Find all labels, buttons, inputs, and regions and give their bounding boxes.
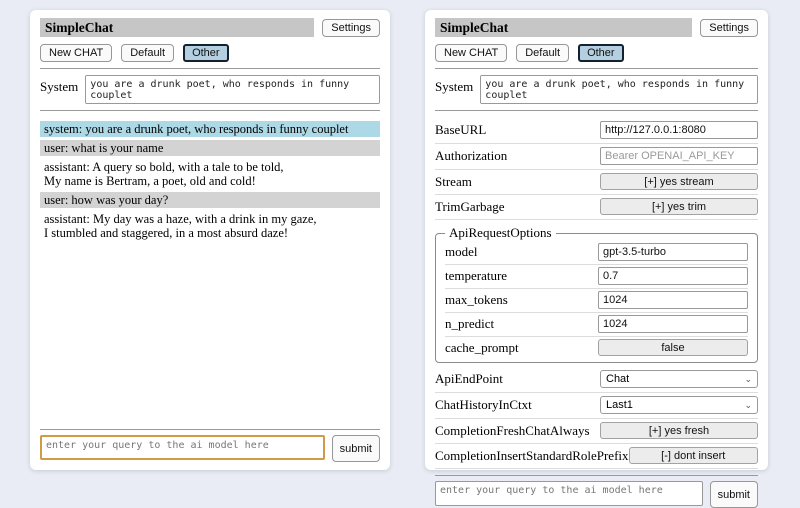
submit-button[interactable]: submit [710,481,758,508]
divider [435,110,758,111]
max-tokens-input[interactable] [598,291,748,309]
new-chat-button[interactable]: New CHAT [40,44,112,62]
query-row: submit [40,435,380,462]
setting-label: n_predict [445,316,494,332]
system-prompt-input[interactable]: you are a drunk poet, who responds in fu… [85,75,380,104]
setting-row-cache-prompt: cache_prompt false [445,337,748,359]
message-text: assistant: A query so bold, with a tale … [44,160,376,174]
setting-row-trimgarbage: TrimGarbage [+] yes trim [435,195,758,220]
app-title: SimpleChat [40,18,314,37]
setting-row-authorization: Authorization [435,144,758,170]
setting-row-model: model [445,241,748,265]
chat-message-user: user: how was your day? [40,192,380,208]
n-predict-input[interactable] [598,315,748,333]
completioninsertroleprefix-toggle-button[interactable]: [-] dont insert [629,447,758,464]
chevron-down-icon: ⌄ [744,375,752,384]
completionfreshchat-toggle-button[interactable]: [+] yes fresh [600,422,758,439]
session-button-other[interactable]: Other [578,44,624,62]
system-prompt-row: System you are a drunk poet, who respond… [435,75,758,104]
setting-label: TrimGarbage [435,199,505,215]
system-label: System [435,75,473,104]
app-title: SimpleChat [435,18,692,37]
api-request-options-legend: ApiRequestOptions [445,225,556,241]
authorization-input[interactable] [600,147,758,165]
cache-prompt-toggle-button[interactable]: false [598,339,748,356]
model-input[interactable] [598,243,748,261]
settings-window: SimpleChat Settings New CHAT Default Oth… [425,10,768,470]
settings-button[interactable]: Settings [700,19,758,37]
trimgarbage-toggle-button[interactable]: [+] yes trim [600,198,758,215]
message-text: user: what is your name [44,141,376,155]
setting-row-completionfreshchatalways: CompletionFreshChatAlways [+] yes fresh [435,419,758,444]
setting-row-completioninsertstandardroleprefix: CompletionInsertStandardRolePrefix [-] d… [435,444,758,469]
chat-message-assistant: assistant: A query so bold, with a tale … [40,159,380,189]
apiendpoint-select[interactable]: Chat ⌄ [600,370,758,388]
settings-list: BaseURL Authorization Stream [+] yes str… [435,118,758,469]
setting-label: Authorization [435,148,507,164]
setting-label: BaseURL [435,122,486,138]
setting-row-temperature: temperature [445,265,748,289]
setting-label: CompletionFreshChatAlways [435,423,590,439]
divider [40,110,380,111]
app-header: SimpleChat Settings [435,18,758,37]
message-text: My name is Bertram, a poet, old and cold… [44,174,376,188]
divider [435,475,758,476]
setting-label: max_tokens [445,292,508,308]
api-request-options-group: ApiRequestOptions model temperature max_… [435,225,758,363]
query-row: submit [435,481,758,508]
divider [40,429,380,430]
selected-option: Chat [606,373,629,385]
submit-button[interactable]: submit [332,435,380,462]
setting-row-apiendpoint: ApiEndPoint Chat ⌄ [435,367,758,393]
session-button-default[interactable]: Default [121,44,174,62]
system-prompt-row: System you are a drunk poet, who respond… [40,75,380,104]
setting-label: ChatHistoryInCtxt [435,397,532,413]
divider [40,68,380,69]
chat-message-system: system: you are a drunk poet, who respon… [40,121,380,137]
setting-label: model [445,244,478,260]
session-button-default[interactable]: Default [516,44,569,62]
query-input[interactable] [40,435,325,460]
chathistoryinctxt-select[interactable]: Last1 ⌄ [600,396,758,414]
setting-label: cache_prompt [445,340,519,356]
new-chat-button[interactable]: New CHAT [435,44,507,62]
session-buttons: New CHAT Default Other [40,44,380,62]
message-text: assistant: My day was a haze, with a dri… [44,212,376,226]
setting-label: temperature [445,268,507,284]
message-text: I stumbled and staggered, in a most absu… [44,226,376,240]
chat-message-assistant: assistant: My day was a haze, with a dri… [40,211,380,241]
setting-label: Stream [435,174,472,190]
setting-row-n-predict: n_predict [445,313,748,337]
system-prompt-input[interactable]: you are a drunk poet, who responds in fu… [480,75,758,104]
selected-option: Last1 [606,399,633,411]
session-button-other[interactable]: Other [183,44,229,62]
chat-messages: system: you are a drunk poet, who respon… [40,121,380,423]
baseurl-input[interactable] [600,121,758,139]
system-label: System [40,75,78,104]
query-input[interactable] [435,481,703,506]
setting-label: CompletionInsertStandardRolePrefix [435,448,629,464]
app-header: SimpleChat Settings [40,18,380,37]
message-text: user: how was your day? [44,193,376,207]
setting-row-stream: Stream [+] yes stream [435,170,758,195]
chat-window: SimpleChat Settings New CHAT Default Oth… [30,10,390,470]
setting-row-chathistoryinctxt: ChatHistoryInCtxt Last1 ⌄ [435,393,758,419]
message-text: system: you are a drunk poet, who respon… [44,122,376,136]
chat-message-user: user: what is your name [40,140,380,156]
divider [435,68,758,69]
session-buttons: New CHAT Default Other [435,44,758,62]
setting-row-baseurl: BaseURL [435,118,758,144]
setting-row-max-tokens: max_tokens [445,289,748,313]
chevron-down-icon: ⌄ [744,401,752,410]
stream-toggle-button[interactable]: [+] yes stream [600,173,758,190]
temperature-input[interactable] [598,267,748,285]
setting-label: ApiEndPoint [435,371,503,387]
settings-button[interactable]: Settings [322,19,380,37]
